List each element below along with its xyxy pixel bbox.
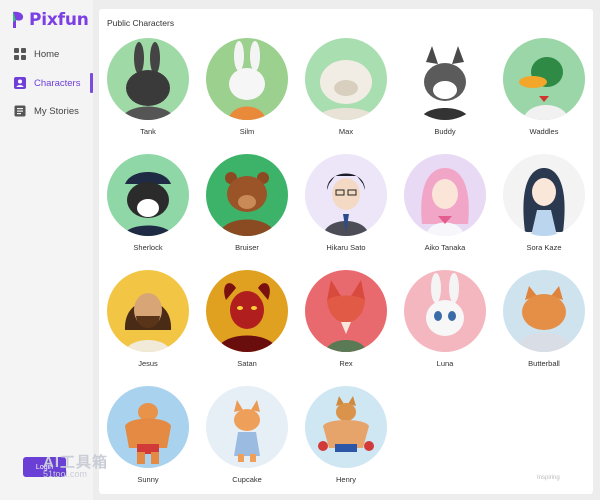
character-card[interactable]: Bruiser (202, 154, 292, 266)
sidebar-item-label: Characters (34, 77, 81, 89)
sidebar-item-label: Home (34, 48, 60, 60)
character-card[interactable]: Silm (202, 38, 292, 150)
character-card[interactable]: Hikaru Sato (301, 154, 391, 266)
character-card[interactable]: Aiko Tanaka (400, 154, 490, 266)
character-avatar[interactable] (404, 154, 486, 236)
character-card[interactable]: Henry (301, 386, 391, 498)
sidebar-item-label: My Stories (34, 105, 79, 117)
character-name: Max (338, 127, 354, 136)
sidebar-item-my-stories[interactable]: My Stories (0, 98, 93, 124)
character-name: Waddles (529, 127, 559, 136)
character-avatar[interactable] (107, 38, 189, 120)
character-name: Hikaru Sato (326, 243, 366, 252)
character-card[interactable]: Cupcake (202, 386, 292, 498)
character-avatar[interactable] (107, 154, 189, 236)
character-avatar[interactable] (305, 154, 387, 236)
person-card-icon (14, 77, 26, 89)
character-name: Satan (237, 359, 257, 368)
character-name: Henry (335, 475, 356, 484)
character-avatar[interactable] (107, 270, 189, 352)
character-name: Sora Kaze (526, 243, 562, 252)
character-card[interactable]: Sherlock (103, 154, 193, 266)
character-avatar[interactable] (503, 270, 585, 352)
character-name: Rex (339, 359, 353, 368)
character-card[interactable]: Sunny (103, 386, 193, 498)
character-avatar[interactable] (206, 386, 288, 468)
character-card[interactable]: Buddy (400, 38, 490, 150)
character-avatar[interactable] (404, 38, 486, 120)
page-title: Public Characters (107, 18, 175, 28)
character-avatar[interactable] (206, 154, 288, 236)
character-avatar[interactable] (305, 270, 387, 352)
character-avatar[interactable] (305, 38, 387, 120)
sidebar-item-home[interactable]: Home (0, 41, 93, 67)
character-name: Butterball (528, 359, 560, 368)
character-name: Silm (239, 127, 255, 136)
character-card[interactable]: Tank (103, 38, 193, 150)
character-card[interactable]: Waddles (499, 38, 589, 150)
character-card[interactable]: Jesus (103, 270, 193, 382)
character-avatar[interactable] (206, 38, 288, 120)
character-card[interactable]: Satan (202, 270, 292, 382)
book-icon (14, 105, 26, 117)
character-name: Jesus (138, 359, 158, 368)
character-avatar[interactable] (404, 270, 486, 352)
character-card[interactable]: Sora Kaze (499, 154, 589, 266)
character-avatar[interactable] (503, 154, 585, 236)
character-name: Sherlock (133, 243, 163, 252)
watermark: AI工具箱 51tool.com (43, 455, 108, 485)
watermark-main: AI工具箱 (43, 454, 109, 471)
character-name: Buddy (434, 127, 456, 136)
logo-text: Pixfun (29, 10, 89, 30)
sidebar: Pixfun Home Characters My Stories Login (0, 0, 93, 500)
character-avatar[interactable] (305, 386, 387, 468)
character-name: Bruiser (235, 243, 259, 252)
character-name: Cupcake (232, 475, 262, 484)
character-avatar[interactable] (503, 38, 585, 120)
character-card[interactable]: Max (301, 38, 391, 150)
grid-icon (14, 48, 26, 60)
character-card[interactable]: Butterball (499, 270, 589, 382)
character-avatar[interactable] (107, 386, 189, 468)
character-name: Aiko Tanaka (424, 243, 466, 252)
character-name: Luna (436, 359, 454, 368)
character-card[interactable]: Rex (301, 270, 391, 382)
watermark-sub: 51tool.com (43, 469, 88, 479)
characters-panel: Public Characters Tank Silm Max Buddy Waddle… (99, 9, 593, 494)
sidebar-item-characters[interactable]: Characters (0, 70, 93, 96)
corner-note: Inspiring (537, 475, 560, 481)
logo-mark-icon (13, 11, 24, 28)
logo[interactable]: Pixfun (10, 9, 89, 31)
character-card[interactable]: Luna (400, 270, 490, 382)
character-name: Tank (140, 127, 156, 136)
character-name: Sunny (137, 475, 159, 484)
character-avatar[interactable] (206, 270, 288, 352)
